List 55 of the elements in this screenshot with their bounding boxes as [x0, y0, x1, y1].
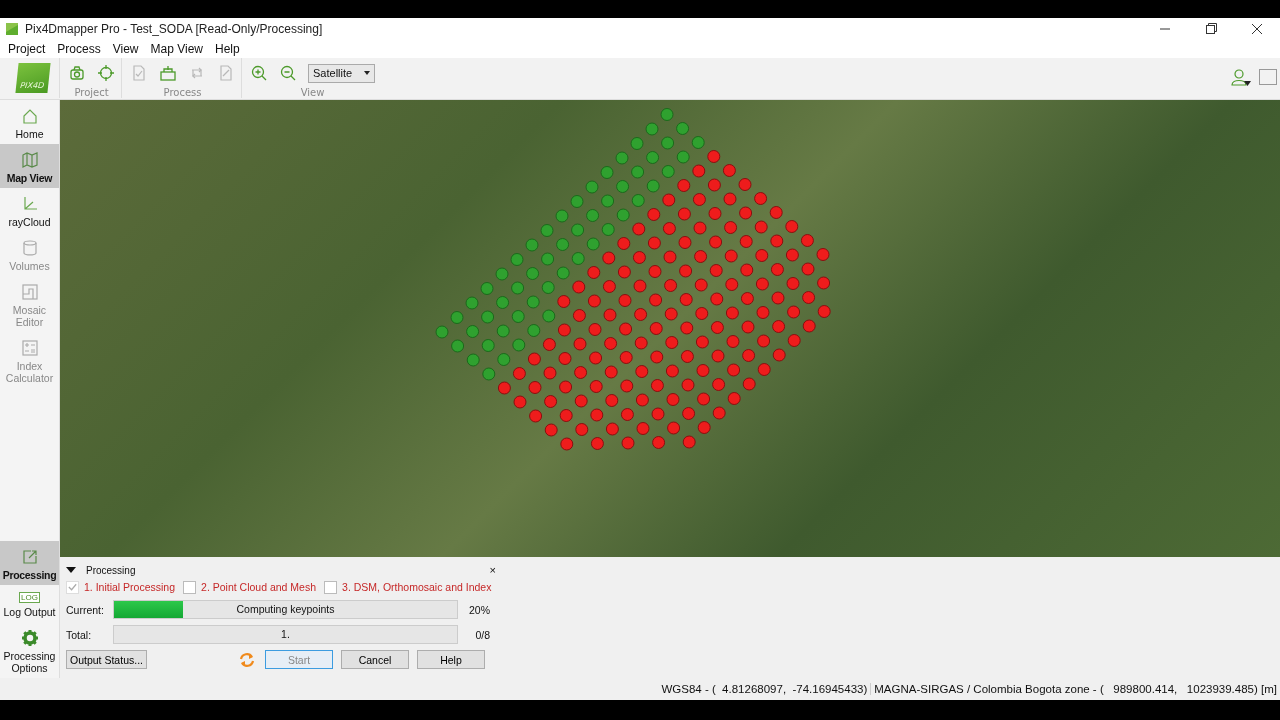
button[interactable]: Help	[417, 650, 485, 669]
progress-text: Computing keypoints	[235, 603, 336, 615]
menu-item[interactable]: Process	[51, 42, 107, 56]
home-icon	[20, 107, 39, 125]
step-label: 2. Point Cloud and Mesh	[201, 581, 317, 593]
sidebar-item[interactable]: Home	[0, 100, 59, 144]
box-icon[interactable]	[159, 64, 177, 82]
toolbar-group-label: View	[300, 87, 325, 98]
mosaic-icon	[20, 283, 39, 301]
refresh-icon[interactable]	[237, 650, 257, 669]
app-logo-icon	[5, 22, 19, 36]
button[interactable]: Output Status...	[66, 650, 147, 669]
sidebar-item[interactable]: LOG Log Output	[0, 585, 59, 622]
zoom-out-icon[interactable]	[279, 64, 297, 82]
button[interactable]: Cancel	[341, 650, 409, 669]
status-text: MAGNA-SIRGAS / Colombia Bogota zone - ( 989800.414, 1023939.485) [m]	[870, 683, 1280, 695]
step-label: 3. DSM, Orthomosaic and Index	[342, 581, 492, 593]
progress-reading: 0/8	[474, 628, 490, 641]
menu-item[interactable]: Help	[209, 42, 246, 56]
collapse-triangle-icon[interactable]	[66, 567, 76, 573]
toolbar-group-label: Project	[74, 87, 109, 98]
zoom-in-icon[interactable]	[250, 64, 268, 82]
sidebar-item[interactable]: Processing	[0, 541, 59, 585]
gear-icon	[20, 629, 39, 647]
user-icon[interactable]	[1230, 68, 1252, 88]
sidebar-item[interactable]: Processing Options	[0, 622, 59, 678]
checkbox[interactable]	[66, 580, 79, 594]
close-button[interactable]: ×	[489, 564, 496, 576]
panel-title: Processing	[86, 564, 137, 576]
crosshair-icon[interactable]	[97, 64, 115, 82]
step-label: 1. Initial Processing	[84, 581, 176, 593]
progress-label: Total:	[66, 628, 93, 641]
menu-item[interactable]: Project	[2, 42, 52, 56]
caret-icon	[364, 71, 371, 75]
progress-text: 1.	[280, 628, 291, 640]
calculator-icon	[20, 339, 39, 357]
map-type-dropdown[interactable]: Satellite	[308, 63, 376, 83]
toolbar-group-label: Process	[163, 87, 202, 98]
log-icon: LOG	[19, 592, 40, 603]
progress-label: Current:	[66, 603, 105, 616]
checkbox[interactable]	[183, 580, 197, 594]
logo: PIX4D	[15, 63, 51, 93]
menu-item[interactable]: Map View	[144, 42, 209, 56]
camera-icon[interactable]	[68, 64, 86, 82]
status-text: WGS84 - ( 4.81268097, -74.16945433)	[660, 683, 869, 695]
progress-reading: 20%	[468, 603, 490, 616]
sidebar-item[interactable]: Map View	[0, 144, 59, 188]
window-title: Pix4Dmapper Pro - Test_SODA [Read-Only/Processing]	[25, 22, 324, 36]
checkbox[interactable]	[324, 580, 338, 594]
sidebar-item[interactable]: rayCloud	[0, 188, 59, 232]
export-icon	[20, 548, 39, 566]
window-icon[interactable]	[1258, 68, 1278, 86]
menu-item[interactable]: View	[106, 42, 145, 56]
map-icon	[20, 151, 39, 169]
cylinder-icon	[20, 239, 39, 257]
